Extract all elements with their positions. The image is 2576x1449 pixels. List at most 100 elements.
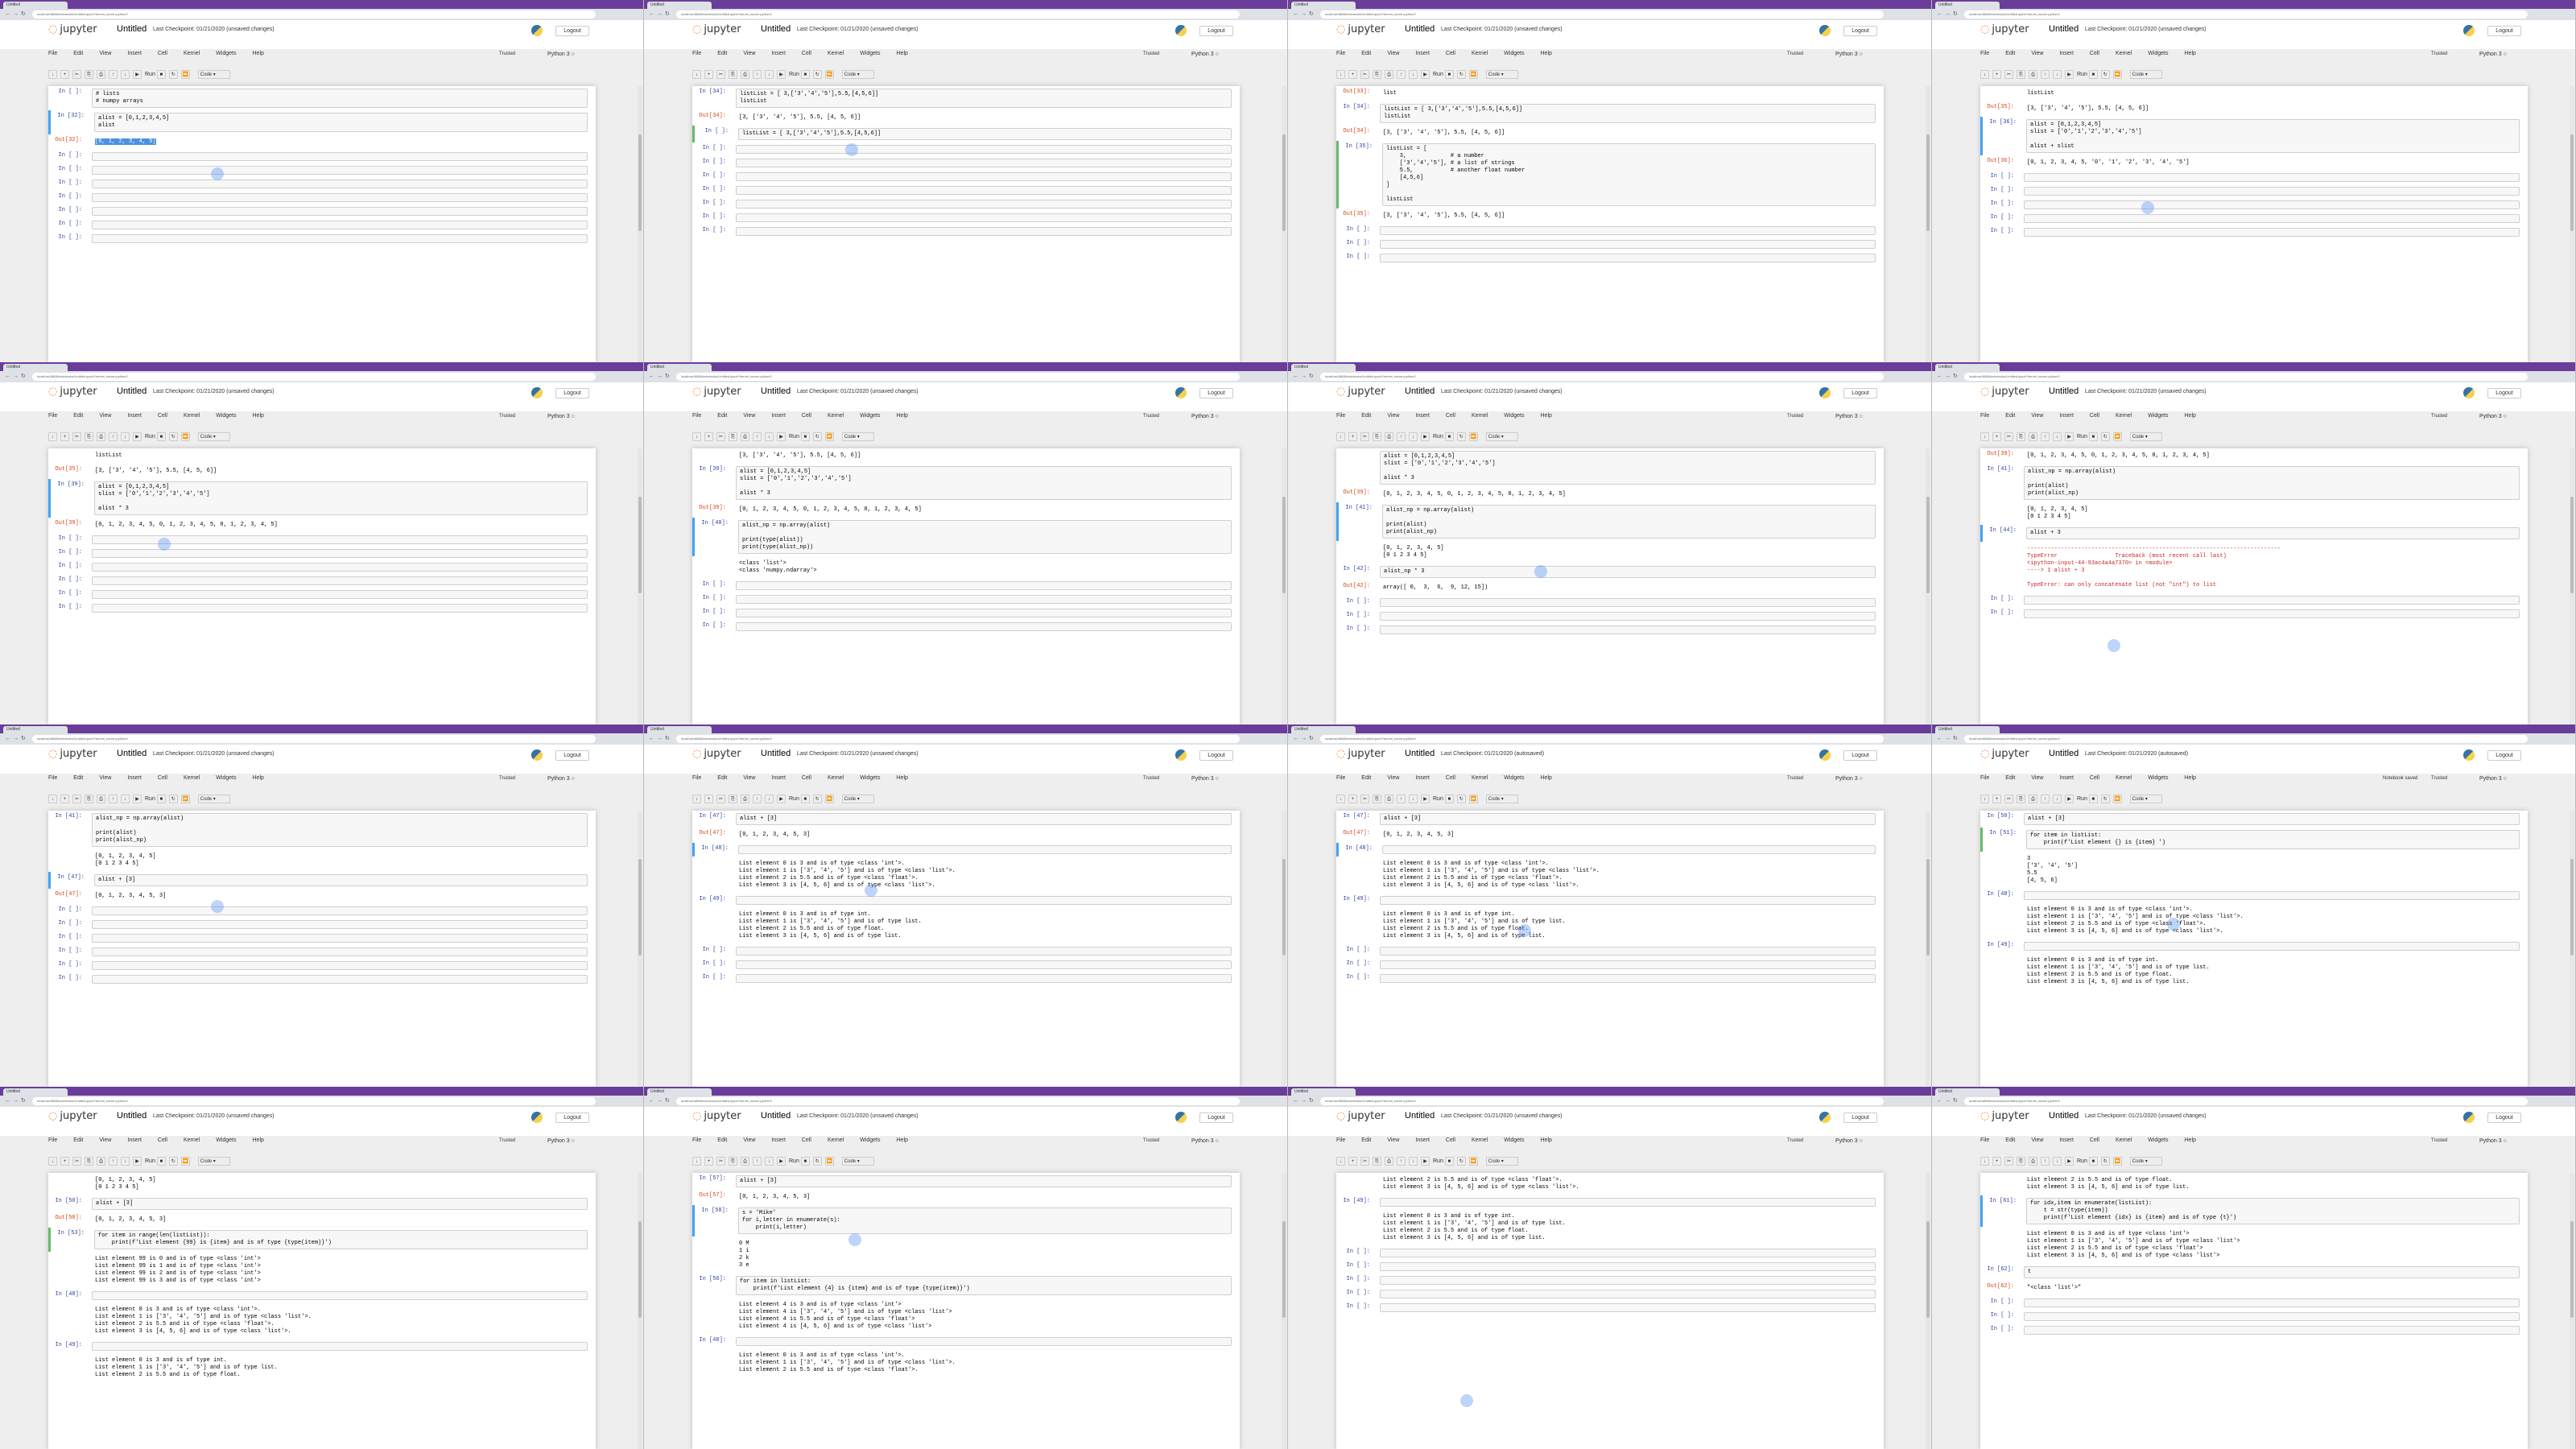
copy-icon[interactable]: ⎘ bbox=[85, 795, 93, 803]
menu-help[interactable]: Help bbox=[1541, 413, 1552, 419]
save-icon[interactable]: ↓ bbox=[1980, 70, 1989, 79]
restart-icon[interactable]: ↻ bbox=[1456, 432, 1466, 441]
forward-icon[interactable]: → bbox=[657, 373, 663, 381]
save-icon[interactable]: ↓ bbox=[692, 795, 701, 803]
notebook-title[interactable]: Untitled bbox=[117, 386, 147, 396]
menu-widgets[interactable]: Widgets bbox=[216, 51, 236, 56]
stop-icon[interactable]: ■ bbox=[1444, 795, 1454, 803]
notebook-cell[interactable]: Out[57]: [0, 1, 2, 3, 4, 5, 3] bbox=[692, 1190, 1240, 1205]
menu-kernel[interactable]: Kernel bbox=[1472, 775, 1488, 781]
save-icon[interactable]: ↓ bbox=[1336, 70, 1345, 79]
logout-button[interactable]: Logout bbox=[555, 750, 589, 761]
save-icon[interactable]: ↓ bbox=[692, 1157, 701, 1166]
notebook-cell[interactable]: In [61]: for idx,item in enumerate(listLi… bbox=[1980, 1195, 2528, 1227]
arrow-up-icon[interactable]: ↑ bbox=[109, 1157, 118, 1166]
jupyter-logo[interactable]: ◌ jupyter bbox=[692, 386, 741, 398]
code-input[interactable] bbox=[1380, 1276, 1876, 1285]
notebook-cell[interactable]: List element 0 is 3 and is of type <clas… bbox=[1336, 857, 1884, 894]
logout-button[interactable]: Logout bbox=[2487, 388, 2521, 398]
jupyter-logo[interactable]: ◌ jupyter bbox=[692, 23, 741, 35]
menu-help[interactable]: Help bbox=[897, 51, 908, 56]
arrow-up-icon[interactable]: ↑ bbox=[2041, 432, 2050, 441]
scrollbar-thumb[interactable] bbox=[638, 859, 642, 956]
menu-help[interactable]: Help bbox=[253, 51, 264, 56]
menu-file[interactable]: File bbox=[48, 775, 57, 781]
copy-icon[interactable]: ⎘ bbox=[1373, 432, 1381, 441]
code-input[interactable] bbox=[2024, 1312, 2520, 1321]
arrow-up-icon[interactable]: ↑ bbox=[753, 70, 762, 79]
notebook-cell[interactable]: In [58]: s = 'Mike' for i,letter in enume… bbox=[692, 1205, 1240, 1236]
notebook-cell[interactable]: In [42]: alist_np * 3 bbox=[1336, 564, 1884, 580]
cell-type-select[interactable]: Code ▾ bbox=[197, 70, 230, 79]
stop-icon[interactable]: ■ bbox=[1444, 432, 1454, 441]
jupyter-logo[interactable]: ◌ jupyter bbox=[48, 1110, 97, 1122]
forward-icon[interactable]: → bbox=[1301, 10, 1307, 19]
code-input[interactable] bbox=[736, 186, 1232, 195]
notebook-cell[interactable]: [0, 1, 2, 3, 4, 5] [0 1 2 3 4 5] bbox=[48, 849, 596, 872]
stop-icon[interactable]: ■ bbox=[156, 1157, 166, 1166]
notebook-cell[interactable]: In [36]: alist = [0,1,2,3,4,5] slist = ['… bbox=[1980, 117, 2528, 155]
menu-widgets[interactable]: Widgets bbox=[216, 1137, 236, 1143]
notebook-cell[interactable]: List element 2 is 5.5 and is of type flo… bbox=[1980, 1173, 2528, 1195]
cell-type-select[interactable]: Code ▾ bbox=[1485, 432, 1518, 441]
menu-file[interactable]: File bbox=[1980, 413, 1989, 419]
back-icon[interactable]: ← bbox=[1293, 735, 1299, 743]
save-icon[interactable]: ↓ bbox=[1980, 1157, 1989, 1166]
logout-button[interactable]: Logout bbox=[555, 388, 589, 398]
plus-icon[interactable]: + bbox=[704, 432, 713, 441]
menu-widgets[interactable]: Widgets bbox=[860, 1137, 880, 1143]
code-input[interactable] bbox=[92, 906, 588, 915]
restart-icon[interactable]: ↻ bbox=[812, 432, 822, 441]
cell-type-select[interactable]: Code ▾ bbox=[1485, 70, 1518, 79]
back-icon[interactable]: ← bbox=[649, 10, 655, 19]
code-input[interactable] bbox=[92, 563, 588, 572]
browser-tab[interactable]: Untitled bbox=[3, 2, 68, 9]
menu-help[interactable]: Help bbox=[1541, 775, 1552, 781]
code-input[interactable] bbox=[92, 180, 588, 188]
menu-help[interactable]: Help bbox=[897, 413, 908, 419]
arrow-down-icon[interactable]: ↓ bbox=[1409, 795, 1418, 803]
run-icon[interactable]: ▶ bbox=[133, 795, 142, 803]
logout-button[interactable]: Logout bbox=[1843, 750, 1877, 761]
scrollbar[interactable] bbox=[638, 448, 642, 724]
menu-cell[interactable]: Cell bbox=[802, 51, 811, 56]
scrollbar-thumb[interactable] bbox=[1926, 134, 1930, 231]
arrow-up-icon[interactable]: ↑ bbox=[753, 1157, 762, 1166]
scrollbar[interactable] bbox=[2570, 86, 2574, 362]
code-input[interactable]: # lists # numpy arrays bbox=[92, 89, 588, 108]
notebook-cell[interactable]: In [ ]: bbox=[692, 958, 1240, 972]
jupyter-logo[interactable]: ◌ jupyter bbox=[1980, 748, 2029, 760]
scrollbar-thumb[interactable] bbox=[1926, 1221, 1930, 1318]
menu-insert[interactable]: Insert bbox=[127, 1137, 142, 1143]
logout-button[interactable]: Logout bbox=[555, 26, 589, 36]
paste-icon[interactable]: ⎙ bbox=[741, 795, 749, 803]
restart-icon[interactable]: ↻ bbox=[168, 795, 178, 803]
restart-icon[interactable]: ↻ bbox=[812, 795, 822, 803]
code-input[interactable] bbox=[2024, 228, 2520, 237]
notebook-cell[interactable]: In [34]: listList = [ 3,['3','4','5'],5.5… bbox=[692, 86, 1240, 110]
code-input[interactable] bbox=[2024, 942, 2520, 951]
trusted-indicator[interactable]: Trusted bbox=[1787, 1138, 1803, 1143]
run-icon[interactable]: ▶ bbox=[777, 795, 786, 803]
menu-insert[interactable]: Insert bbox=[1415, 775, 1430, 781]
menu-cell[interactable]: Cell bbox=[802, 413, 811, 419]
notebook-cell[interactable]: In [50]: alist + [3] bbox=[1980, 811, 2528, 828]
notebook-cell[interactable]: In [ ]: bbox=[1336, 1246, 1884, 1260]
code-input[interactable]: alist_np * 3 bbox=[1380, 566, 1876, 578]
notebook-cell[interactable]: In [ ]: bbox=[1336, 623, 1884, 637]
menu-kernel[interactable]: Kernel bbox=[1472, 1137, 1488, 1143]
run-icon[interactable]: ▶ bbox=[2065, 70, 2074, 79]
menu-cell[interactable]: Cell bbox=[158, 51, 167, 56]
restart-icon[interactable]: ↻ bbox=[1456, 1157, 1466, 1166]
notebook-cell[interactable]: In [40]: alist_np = np.array(alist) print… bbox=[692, 518, 1240, 556]
notebook-title[interactable]: Untitled bbox=[1405, 1111, 1435, 1121]
menu-cell[interactable]: Cell bbox=[1446, 413, 1455, 419]
stop-icon[interactable]: ■ bbox=[800, 70, 810, 79]
menu-edit[interactable]: Edit bbox=[73, 413, 83, 419]
back-icon[interactable]: ← bbox=[1937, 373, 1943, 381]
browser-tab[interactable]: Untitled bbox=[647, 1088, 712, 1096]
paste-icon[interactable]: ⎙ bbox=[2029, 1157, 2037, 1166]
paste-icon[interactable]: ⎙ bbox=[97, 70, 105, 79]
save-icon[interactable]: ↓ bbox=[48, 1157, 57, 1166]
notebook-cell[interactable]: In [ ]: bbox=[692, 225, 1240, 238]
